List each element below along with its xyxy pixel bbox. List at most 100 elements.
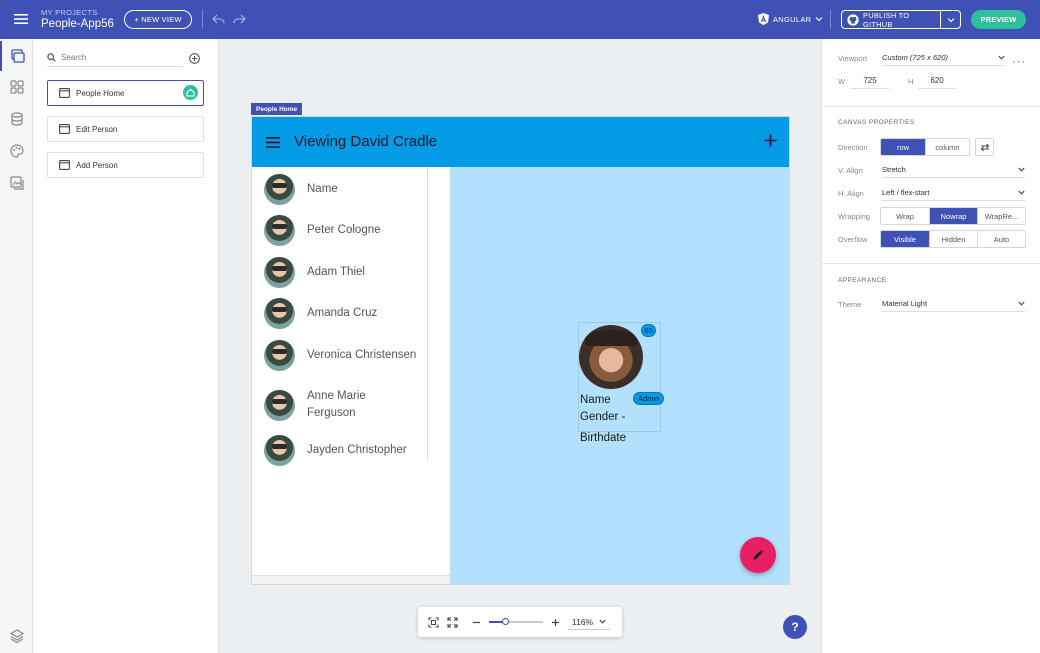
person-name: Amanda Cruz — [307, 307, 378, 319]
redo-icon[interactable] — [233, 13, 246, 25]
zoom-slider[interactable] — [489, 618, 543, 625]
more-options-icon[interactable]: ··· — [1012, 56, 1026, 68]
wrapping-label: Wrapping — [838, 212, 870, 221]
direction-column-option[interactable]: column — [925, 139, 969, 155]
add-view-icon[interactable] — [189, 52, 200, 64]
window-icon — [59, 88, 70, 98]
horizontal-scrollbar[interactable] — [252, 575, 450, 584]
swap-direction-button[interactable] — [975, 138, 994, 156]
project-kicker: MY PROJECTS — [41, 8, 98, 17]
avatar — [264, 340, 295, 371]
view-item-label: People Home — [76, 88, 125, 98]
preview-button[interactable]: PREVIEW — [971, 10, 1026, 29]
menu-icon[interactable] — [266, 137, 280, 148]
search-icon — [47, 53, 56, 62]
section-divider — [822, 263, 1040, 264]
height-label: H — [908, 77, 914, 86]
views-icon — [10, 49, 25, 63]
view-tag: People Home — [251, 103, 303, 115]
rail-theme-button[interactable] — [0, 136, 33, 166]
chevron-down-icon — [1018, 167, 1025, 172]
help-button[interactable]: ? — [783, 615, 807, 639]
edit-fab-button[interactable] — [740, 537, 776, 573]
list-item[interactable]: Anne Marie Ferguson — [264, 388, 424, 422]
overflow-visible-option[interactable]: Visible — [881, 231, 929, 247]
direction-toggle: row column — [880, 138, 970, 156]
people-list[interactable]: Name Peter Cologne Adam Thiel Amanda Cru… — [252, 167, 450, 575]
rail-layers-button[interactable] — [0, 621, 33, 651]
publish-button-group: PUBLISH TO GITHUB — [841, 10, 961, 29]
components-icon — [9, 80, 24, 94]
list-item[interactable]: Veronica Christensen — [264, 340, 424, 371]
view-item-edit-person[interactable]: Edit Person — [47, 116, 204, 142]
card-birthdate: Birthdate — [580, 432, 627, 444]
direction-row-option[interactable]: row — [881, 139, 925, 155]
detail-pane[interactable]: 65 Admin Name Gender - Birthdate — [450, 167, 789, 584]
chevron-down-icon — [815, 16, 823, 22]
list-item[interactable]: Peter Cologne — [264, 215, 424, 246]
zoom-in-icon[interactable] — [551, 618, 560, 627]
design-canvas[interactable]: People Home Viewing David Cradle Name Pe… — [220, 39, 821, 653]
app-bar[interactable]: Viewing David Cradle — [252, 117, 789, 167]
project-name[interactable]: People-App56 — [41, 18, 114, 30]
chevron-down-icon — [998, 55, 1005, 60]
person-card[interactable]: 65 Admin Name Gender - Birthdate — [578, 322, 665, 444]
height-input[interactable]: 620 — [918, 73, 956, 89]
theme-label: Theme — [838, 300, 862, 309]
overflow-label: Overflow — [838, 235, 868, 244]
new-view-button[interactable]: + NEW VIEW — [124, 10, 192, 29]
view-item-add-person[interactable]: Add Person — [47, 152, 204, 178]
avatar — [264, 215, 295, 246]
list-item[interactable]: Name — [264, 174, 424, 205]
wrap-reverse-option[interactable]: WrapRe... — [977, 208, 1025, 224]
overflow-hidden-option[interactable]: Hidden — [929, 231, 977, 247]
rail-views-button[interactable] — [0, 41, 33, 71]
overflow-auto-option[interactable]: Auto — [977, 231, 1025, 247]
device-frame[interactable]: Viewing David Cradle Name Peter Cologne … — [251, 116, 790, 585]
expand-icon[interactable] — [447, 616, 458, 628]
home-view-icon[interactable] — [183, 85, 198, 100]
appearance-heading: APPEARANCE — [838, 277, 887, 284]
view-item-people-home[interactable]: People Home — [47, 80, 204, 106]
menu-icon[interactable] — [14, 13, 28, 25]
views-search-input[interactable] — [61, 53, 171, 62]
card-gender: Gender - — [580, 411, 626, 423]
publish-dropdown-button[interactable] — [941, 17, 960, 23]
card-name: Name — [580, 394, 611, 406]
rail-components-button[interactable] — [0, 72, 33, 102]
viewport-value: Custom (725 x 620) — [882, 53, 948, 62]
valign-select[interactable]: Stretch — [882, 162, 1025, 178]
views-panel: People Home Edit Person Add Person — [33, 39, 219, 653]
person-name: Adam Thiel — [307, 266, 365, 278]
rail-data-button[interactable] — [0, 104, 33, 134]
rail-assets-button[interactable] — [0, 168, 33, 198]
undo-icon[interactable] — [212, 13, 225, 25]
theme-select[interactable]: Material Light — [882, 296, 1025, 312]
publish-to-github-button[interactable]: PUBLISH TO GITHUB — [842, 11, 941, 29]
avatar — [264, 174, 295, 205]
swap-icon — [980, 143, 990, 152]
avatar — [264, 435, 295, 466]
github-icon — [847, 13, 859, 26]
chevron-down-icon — [599, 619, 606, 624]
zoom-out-icon[interactable] — [472, 618, 481, 627]
zoom-toolbar: 116% — [418, 607, 622, 637]
add-icon[interactable] — [764, 134, 777, 147]
zoom-select[interactable]: 116% — [568, 614, 611, 630]
view-item-label: Add Person — [76, 160, 118, 170]
list-item[interactable]: Amanda Cruz — [264, 298, 424, 329]
list-item[interactable]: Adam Thiel — [264, 257, 424, 288]
age-badge: 65 — [641, 324, 656, 337]
pencil-icon — [752, 549, 764, 561]
width-input[interactable]: 725 — [851, 73, 889, 89]
wrap-option[interactable]: Wrap — [881, 208, 929, 224]
nowrap-option[interactable]: Nowrap — [929, 208, 977, 224]
framework-select[interactable]: ANGULAR — [758, 13, 823, 25]
viewport-select[interactable]: Custom (725 x 620) — [882, 50, 1005, 66]
toolbar-divider — [830, 10, 831, 29]
fit-screen-icon[interactable] — [428, 616, 439, 628]
properties-panel: Viewport Custom (725 x 620) ··· W 725 H … — [821, 39, 1040, 653]
zoom-slider-knob[interactable] — [501, 618, 509, 625]
list-item[interactable]: Jayden Christopher — [264, 435, 424, 466]
halign-select[interactable]: Left / flex-start — [882, 185, 1025, 201]
